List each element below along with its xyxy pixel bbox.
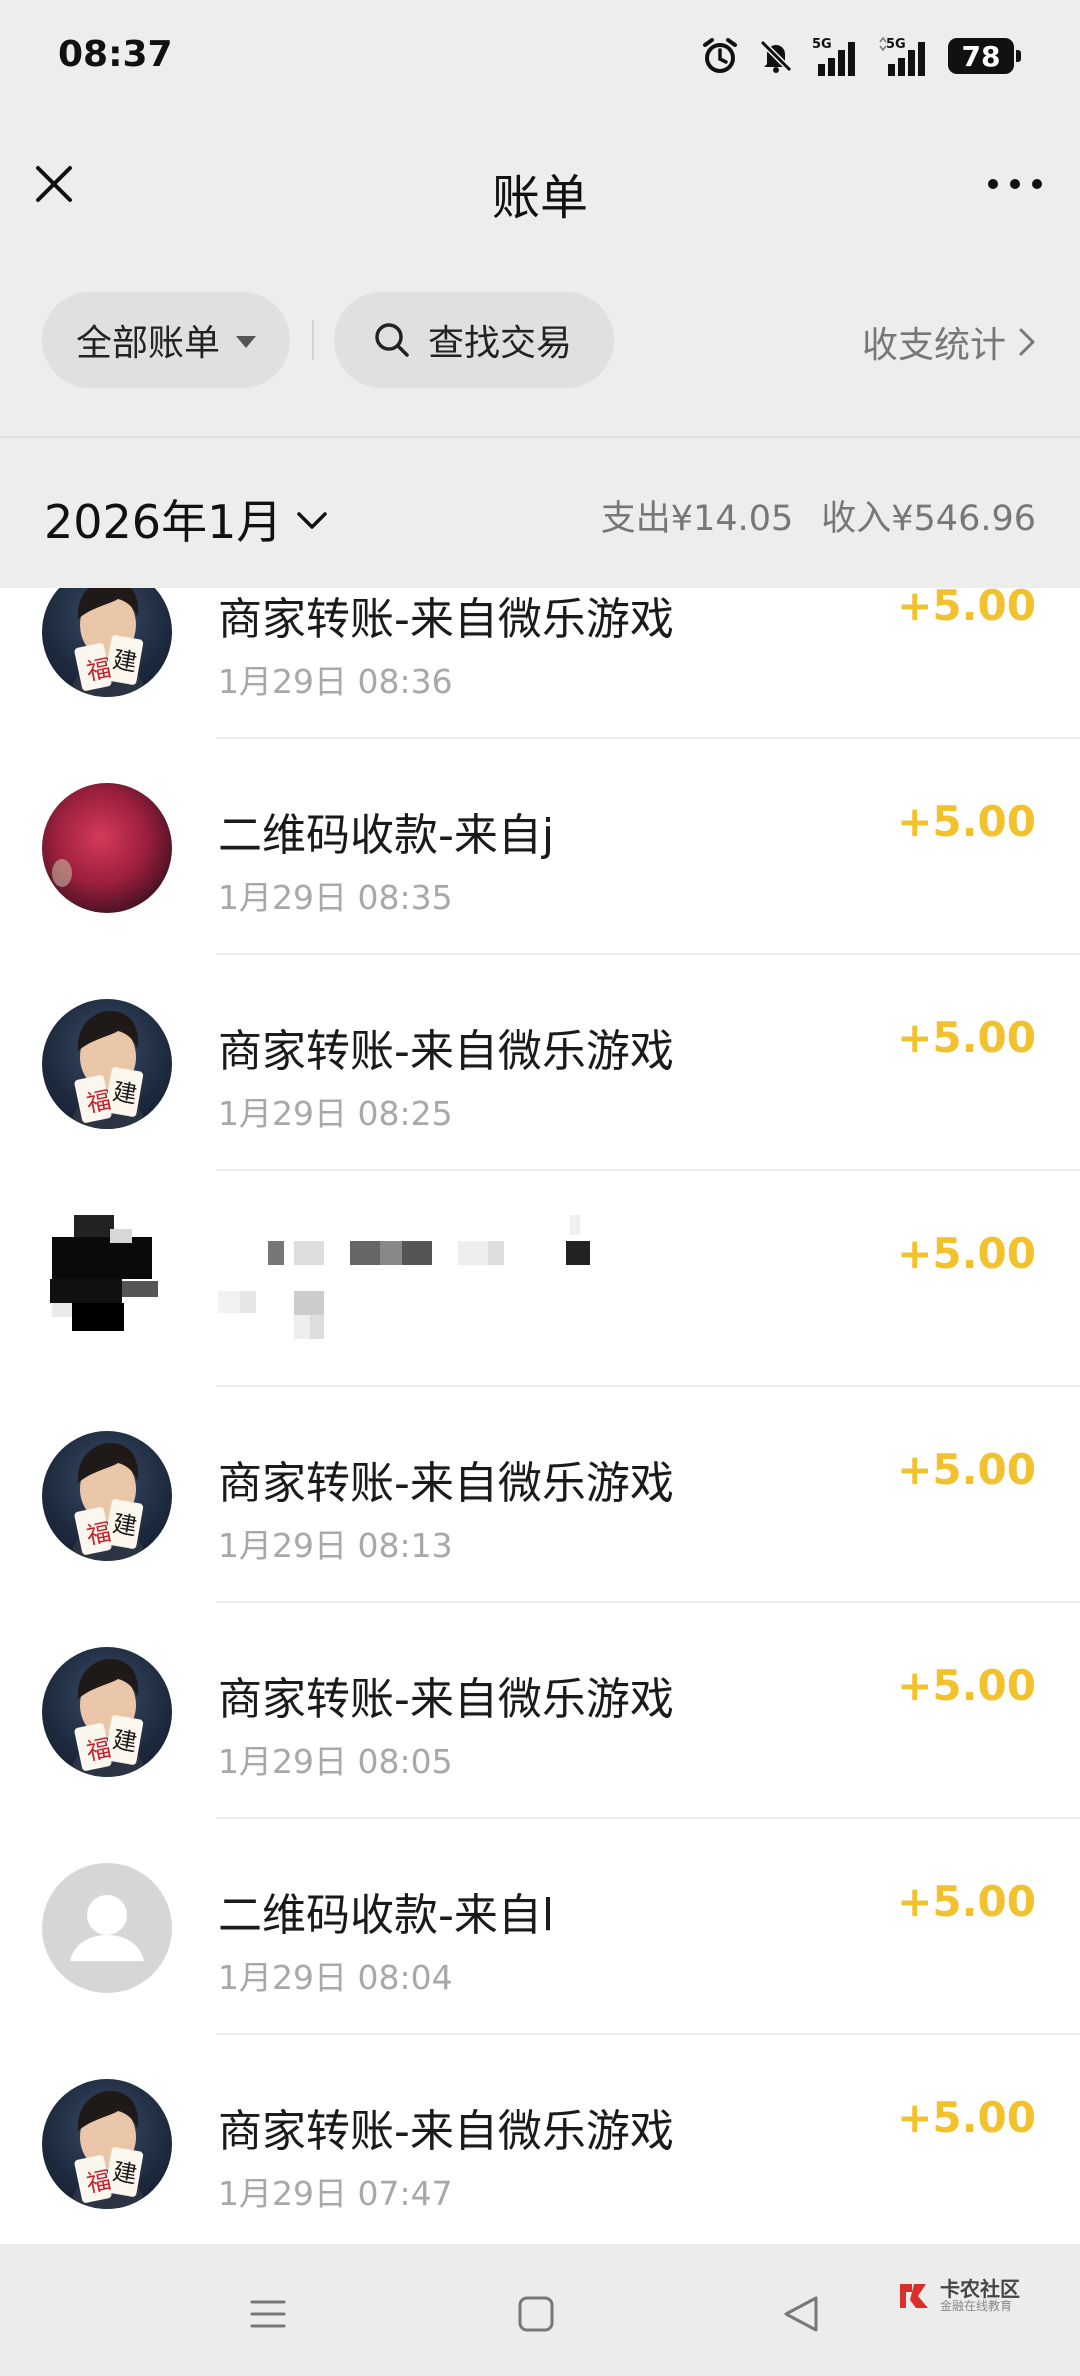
- signal-icon: 5G: [878, 34, 932, 78]
- all-bills-label: 全部账单: [76, 323, 221, 364]
- signal-2-label: 5G: [886, 37, 906, 52]
- merchant-avatar: 福建: [42, 588, 172, 697]
- menu-button[interactable]: [238, 2284, 298, 2344]
- redacted-avatar: [42, 1209, 192, 1349]
- transaction-amount: +5.00: [897, 2093, 1036, 2142]
- merchant-avatar: 福建: [42, 2079, 172, 2209]
- avatar-text-jian: 建: [111, 1725, 139, 1757]
- month-selector[interactable]: 2026年1月: [44, 486, 328, 552]
- page-title: 账单: [491, 170, 588, 226]
- alarm-icon: [700, 36, 740, 76]
- transaction-amount: +5.00: [897, 1013, 1036, 1062]
- transaction-row[interactable]: 二维码收款-来自l 1月29日 08:04 +5.00: [0, 1819, 1080, 2035]
- back-icon: [784, 2296, 818, 2332]
- transaction-row[interactable]: +5.00: [0, 1171, 1080, 1387]
- signal-1-label: 5G: [812, 37, 832, 52]
- transaction-title: 商家转账-来自微乐游戏: [218, 1458, 674, 1509]
- transaction-title: 商家转账-来自微乐游戏: [218, 1674, 674, 1725]
- transaction-amount: +5.00: [897, 1229, 1036, 1278]
- month-header: 2026年1月 支出¥14.05 收入¥546.96: [0, 436, 1080, 588]
- back-button[interactable]: [772, 2284, 832, 2344]
- stats-link[interactable]: 收支统计: [862, 316, 1036, 368]
- transaction-title: 二维码收款-来自j: [218, 810, 555, 861]
- merchant-avatar: 福建: [42, 999, 172, 1129]
- more-icon: [988, 179, 1042, 189]
- transaction-time: 1月29日 08:36: [218, 662, 453, 701]
- transaction-time: 1月29日 08:35: [218, 878, 453, 917]
- redacted-text: [218, 1211, 618, 1345]
- chevron-down-icon: [297, 512, 328, 529]
- transaction-title: 商家转账-来自微乐游戏: [218, 1026, 674, 1077]
- more-button[interactable]: [980, 156, 1050, 212]
- transaction-time: 1月29日 07:47: [218, 2174, 453, 2213]
- search-transactions-button[interactable]: 查找交易: [334, 292, 614, 388]
- watermark: 卡农社区 金融在线教育: [896, 2278, 1020, 2314]
- status-bar: 08:37 5G 5G 78: [0, 0, 1080, 120]
- transaction-row[interactable]: 福建商家转账-来自微乐游戏 1月29日 08:13 +5.00: [0, 1387, 1080, 1603]
- user-avatar: [42, 783, 172, 913]
- caret-down-icon: [236, 336, 257, 348]
- divider: [312, 320, 314, 360]
- transaction-list[interactable]: 福建商家转账-来自微乐游戏 1月29日 08:36 +5.00 二维码收款-来自j 1月…: [0, 588, 1080, 2244]
- all-bills-dropdown[interactable]: 全部账单: [42, 292, 290, 388]
- transaction-amount: +5.00: [897, 797, 1036, 846]
- transaction-time: 1月29日 08:13: [218, 1526, 453, 1565]
- watermark-logo-icon: [900, 2284, 928, 2308]
- income-total: 收入¥546.96: [821, 499, 1036, 539]
- month-label: 2026年1月: [44, 495, 283, 549]
- battery-icon: 78: [948, 38, 1021, 74]
- watermark-sub: 金融在线教育: [940, 2299, 1013, 2314]
- search-icon: [375, 323, 409, 357]
- watermark-main: 卡农社区: [940, 2277, 1020, 2302]
- transaction-title: 商家转账-来自微乐游戏: [218, 594, 674, 645]
- avatar-text-jian: 建: [111, 1077, 139, 1109]
- status-time: 08:37: [58, 34, 173, 75]
- transaction-row[interactable]: 福建商家转账-来自微乐游戏 1月29日 08:25 +5.00: [0, 955, 1080, 1171]
- expense-total: 支出¥14.05: [600, 499, 794, 539]
- filter-bar: 全部账单 查找交易 收支统计: [0, 250, 1080, 436]
- transaction-title: 二维码收款-来自l: [218, 1890, 555, 1941]
- default-avatar-icon: [42, 1863, 172, 1993]
- transaction-title: 商家转账-来自微乐游戏: [218, 2106, 674, 2157]
- transaction-time: 1月29日 08:04: [218, 1958, 453, 1997]
- home-icon: [518, 2296, 554, 2332]
- transaction-amount: +5.00: [897, 1445, 1036, 1494]
- transaction-amount: +5.00: [897, 1877, 1036, 1926]
- avatar-text-jian: 建: [111, 1509, 139, 1541]
- transaction-row[interactable]: 二维码收款-来自j 1月29日 08:35 +5.00: [0, 739, 1080, 955]
- transaction-amount: +5.00: [897, 1661, 1036, 1710]
- chevron-right-icon: [1019, 328, 1035, 356]
- transaction-amount: +5.00: [897, 588, 1036, 630]
- transaction-row[interactable]: 福建商家转账-来自微乐游戏 1月29日 08:05 +5.00: [0, 1603, 1080, 1819]
- avatar-text-jian: 建: [111, 2157, 139, 2189]
- transaction-time: 1月29日 08:05: [218, 1742, 453, 1781]
- merchant-avatar: 福建: [42, 1431, 172, 1561]
- home-button[interactable]: [506, 2284, 566, 2344]
- transaction-row[interactable]: 福建商家转账-来自微乐游戏 1月29日 08:36 +5.00: [0, 588, 1080, 739]
- signal-icon: 5G: [812, 34, 862, 78]
- transaction-time: 1月29日 08:25: [218, 1094, 453, 1133]
- navigation-bar: 卡农社区 金融在线教育: [0, 2244, 1080, 2376]
- transaction-row[interactable]: 福建商家转账-来自微乐游戏 1月29日 07:47 +5.00: [0, 2035, 1080, 2244]
- avatar-text-jian: 建: [111, 645, 139, 677]
- title-bar: 账单: [0, 120, 1080, 250]
- mute-icon: [756, 36, 796, 76]
- menu-icon: [250, 2300, 286, 2328]
- month-totals: 支出¥14.05 收入¥546.96: [601, 490, 1036, 541]
- stats-label: 收支统计: [861, 325, 1006, 366]
- merchant-avatar: 福建: [42, 1647, 172, 1777]
- status-icons: 5G 5G 78: [700, 34, 1021, 78]
- search-label: 查找交易: [428, 323, 573, 364]
